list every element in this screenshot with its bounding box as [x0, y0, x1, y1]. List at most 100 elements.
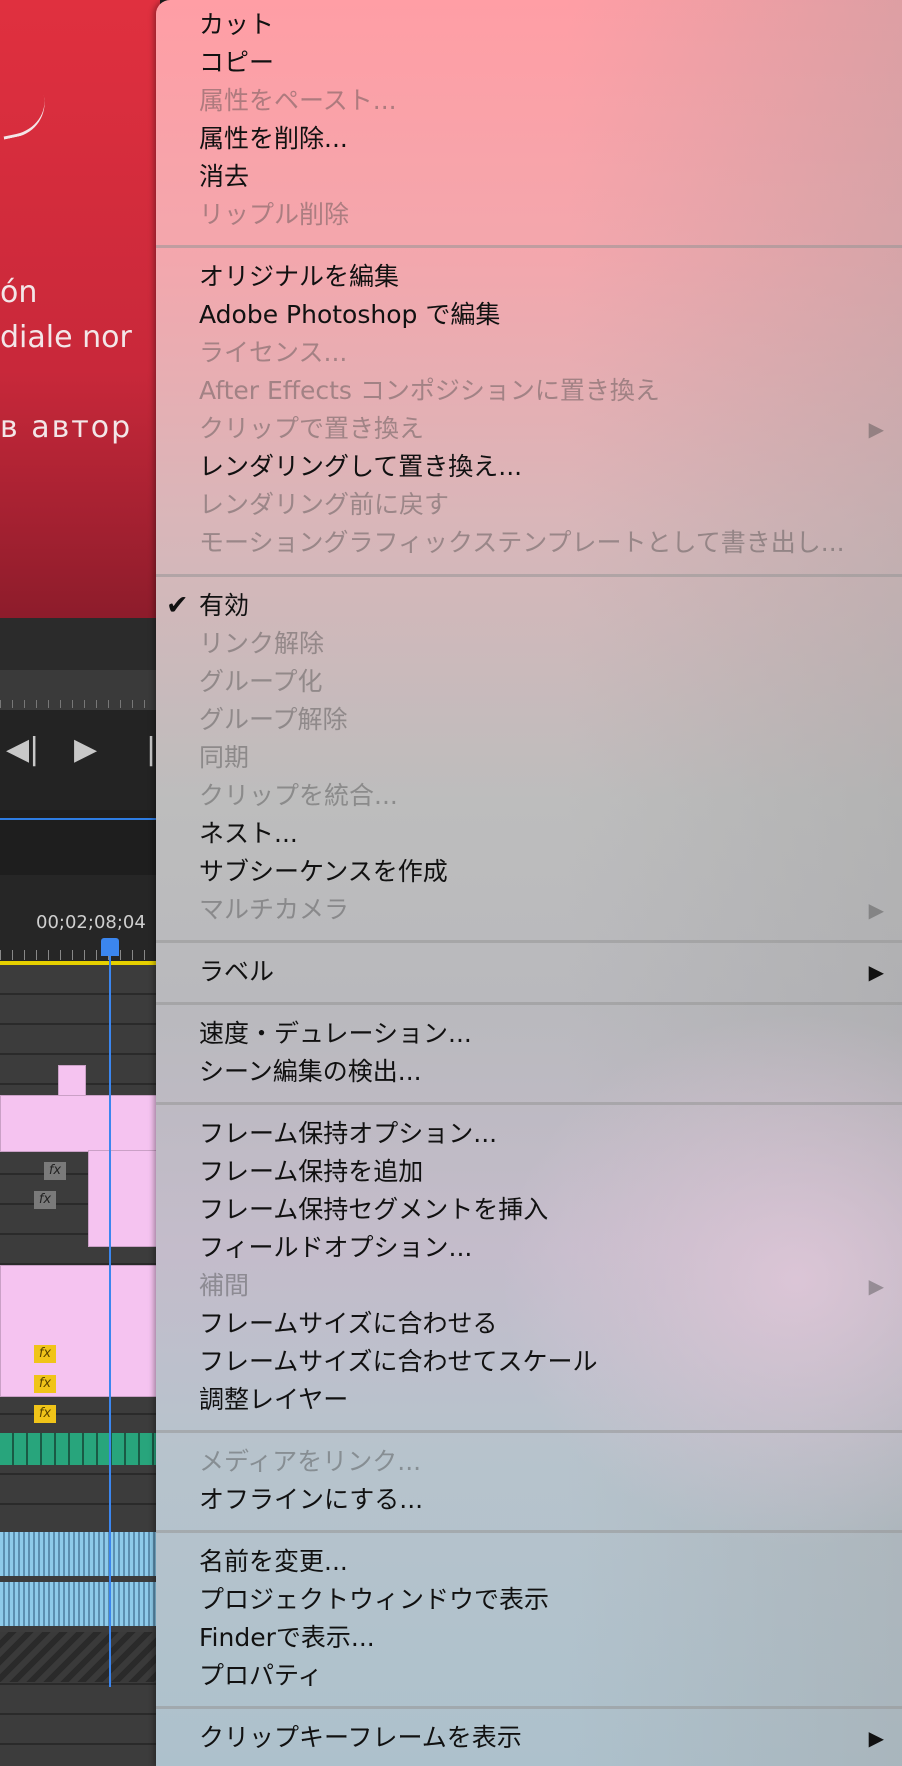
menu-separator	[156, 245, 902, 248]
play-icon[interactable]: ▶	[74, 732, 97, 767]
fx-badge-icon: fx	[34, 1191, 56, 1209]
submenu-arrow-icon: ▶	[868, 1274, 884, 1298]
menu-item-label: レンダリング前に戻す	[199, 490, 450, 519]
playhead-line	[109, 945, 111, 1687]
menu-item-label: リップル削除	[199, 200, 350, 229]
menu-item-label: 調整レイヤー	[199, 1385, 349, 1414]
menu-item-nest[interactable]: ネスト...	[156, 815, 902, 853]
menu-item-label: フレーム保持セグメントを挿入	[199, 1195, 549, 1224]
menu-item-adjustment-layer[interactable]: 調整レイヤー	[156, 1381, 902, 1419]
menu-item-label: 補間	[199, 1271, 250, 1300]
menu-item-link-media[interactable]: メディアをリンク...	[156, 1443, 902, 1481]
menu-item-edit-original[interactable]: オリジナルを編集	[156, 258, 902, 296]
menu-item-label: カット	[199, 10, 275, 39]
submenu-arrow-icon: ▶	[868, 417, 884, 441]
menu-item-speed-duration[interactable]: 速度・デュレーション...	[156, 1015, 902, 1053]
menu-item-cut[interactable]: カット	[156, 6, 902, 44]
menu-item-clear[interactable]: 消去	[156, 158, 902, 196]
menu-item-label: 有効	[199, 591, 250, 620]
menu-item-set-to-frame-size[interactable]: フレームサイズに合わせる	[156, 1305, 902, 1343]
menu-item-show-clip-keyframes[interactable]: クリップキーフレームを表示 ▶	[156, 1719, 902, 1757]
clip-context-menu: カット コピー 属性をペースト... 属性を削除... 消去 リップル削除 オリ…	[156, 0, 902, 1766]
menu-item-scene-edit-detection[interactable]: シーン編集の検出...	[156, 1053, 902, 1091]
menu-item-replace-with-clip[interactable]: クリップで置き換え ▶	[156, 410, 902, 448]
transport-controls: ◀︎| ▶ |	[0, 710, 160, 810]
menu-item-label: オリジナルを編集	[199, 262, 400, 291]
menu-item-edit-in-photoshop[interactable]: Adobe Photoshop で編集	[156, 296, 902, 334]
menu-item-export-mogrt[interactable]: モーショングラフィックステンプレートとして書き出し...	[156, 524, 902, 562]
preview-text-line-3: в автор	[0, 410, 133, 445]
menu-item-license[interactable]: ライセンス...	[156, 334, 902, 372]
menu-item-label: ネスト...	[199, 819, 298, 848]
step-back-icon[interactable]: ◀︎|	[6, 732, 39, 767]
audio-waveform-track-2[interactable]	[0, 1582, 160, 1626]
menu-item-paste-attributes[interactable]: 属性をペースト...	[156, 82, 902, 120]
menu-item-scale-to-frame-size[interactable]: フレームサイズに合わせてスケール	[156, 1343, 902, 1381]
menu-separator	[156, 1430, 902, 1433]
menu-item-label: マルチカメラ	[199, 895, 350, 924]
panel-focus-line	[0, 818, 160, 820]
fx-badge-icon: fx	[44, 1162, 66, 1180]
menu-item-label: クリップで置き換え	[199, 414, 425, 443]
menu-item-group[interactable]: グループ化	[156, 663, 902, 701]
fx-badge-icon: fx	[34, 1345, 56, 1363]
menu-item-field-options[interactable]: フィールドオプション...	[156, 1229, 902, 1267]
menu-item-label-submenu[interactable]: ラベル ▶	[156, 953, 902, 991]
menu-item-synchronize[interactable]: 同期	[156, 739, 902, 777]
monitor-time-ruler[interactable]	[0, 670, 160, 711]
submenu-arrow-icon: ▶	[868, 960, 884, 984]
menu-item-label: Adobe Photoshop で編集	[199, 300, 501, 329]
menu-item-label: ライセンス...	[199, 338, 348, 367]
menu-item-ungroup[interactable]: グループ解除	[156, 701, 902, 739]
menu-item-label: フレームサイズに合わせる	[199, 1309, 498, 1338]
step-forward-icon[interactable]: |	[146, 732, 156, 767]
menu-item-remove-attributes[interactable]: 属性を削除...	[156, 120, 902, 158]
menu-item-label: クリップを統合...	[199, 781, 398, 810]
menu-item-label: フレーム保持を追加	[199, 1157, 424, 1186]
menu-item-label: プロジェクトウィンドウで表示	[199, 1585, 550, 1614]
menu-item-reveal-in-project[interactable]: プロジェクトウィンドウで表示	[156, 1581, 902, 1619]
playhead-handle[interactable]	[101, 938, 119, 956]
empty-track-region	[0, 1632, 160, 1682]
menu-item-properties[interactable]: プロパティ	[156, 1657, 902, 1695]
menu-item-label: 名前を変更...	[199, 1547, 348, 1576]
timeline-timecode: 00;02;08;04	[36, 912, 146, 933]
timeline-clip[interactable]	[0, 1265, 160, 1397]
menu-item-frame-hold-options[interactable]: フレーム保持オプション...	[156, 1115, 902, 1153]
editor-background: ón diale nor в автор ◀︎| ▶ | 00;02;08;04…	[0, 0, 160, 1766]
menu-separator	[156, 1002, 902, 1005]
timeline-clip[interactable]	[88, 1150, 160, 1247]
menu-item-label: グループ解除	[199, 705, 348, 734]
timeline-clip[interactable]	[0, 1095, 160, 1152]
menu-item-label: サブシーケンスを作成	[199, 857, 448, 886]
fx-badge-icon: fx	[34, 1405, 56, 1423]
menu-item-label: モーショングラフィックステンプレートとして書き出し...	[199, 528, 845, 557]
menu-separator	[156, 1706, 902, 1709]
menu-item-label: グループ化	[199, 667, 323, 696]
menu-item-ripple-delete[interactable]: リップル削除	[156, 196, 902, 234]
preview-text-line-2: diale nor	[0, 320, 132, 355]
menu-item-multi-camera[interactable]: マルチカメラ ▶	[156, 891, 902, 929]
menu-item-make-offline[interactable]: オフラインにする...	[156, 1481, 902, 1519]
menu-item-rename[interactable]: 名前を変更...	[156, 1543, 902, 1581]
menu-item-reveal-in-finder[interactable]: Finderで表示...	[156, 1619, 902, 1657]
menu-item-copy[interactable]: コピー	[156, 44, 902, 82]
menu-item-make-subsequence[interactable]: サブシーケンスを作成	[156, 853, 902, 891]
timeline-video-track-clips[interactable]	[0, 1433, 160, 1465]
menu-item-unlink[interactable]: リンク解除	[156, 625, 902, 663]
menu-item-label: クリップキーフレームを表示	[199, 1723, 522, 1752]
menu-item-enable[interactable]: ✔ 有効	[156, 587, 902, 625]
menu-item-render-and-replace[interactable]: レンダリングして置き換え...	[156, 448, 902, 486]
menu-separator	[156, 574, 902, 577]
menu-item-time-interpolation[interactable]: 補間 ▶	[156, 1267, 902, 1305]
menu-separator	[156, 1530, 902, 1533]
timeline-ruler-ticks	[0, 950, 160, 960]
audio-waveform-track-1[interactable]	[0, 1532, 160, 1576]
timeline-clip[interactable]	[58, 1065, 86, 1097]
menu-item-add-frame-hold[interactable]: フレーム保持を追加	[156, 1153, 902, 1191]
preview-text-line-1: ón	[0, 275, 38, 310]
menu-item-merge-clips[interactable]: クリップを統合...	[156, 777, 902, 815]
menu-item-replace-with-ae-comp[interactable]: After Effects コンポジションに置き換え	[156, 372, 902, 410]
menu-item-insert-frame-hold-segment[interactable]: フレーム保持セグメントを挿入	[156, 1191, 902, 1229]
menu-item-restore-unrendered[interactable]: レンダリング前に戻す	[156, 486, 902, 524]
